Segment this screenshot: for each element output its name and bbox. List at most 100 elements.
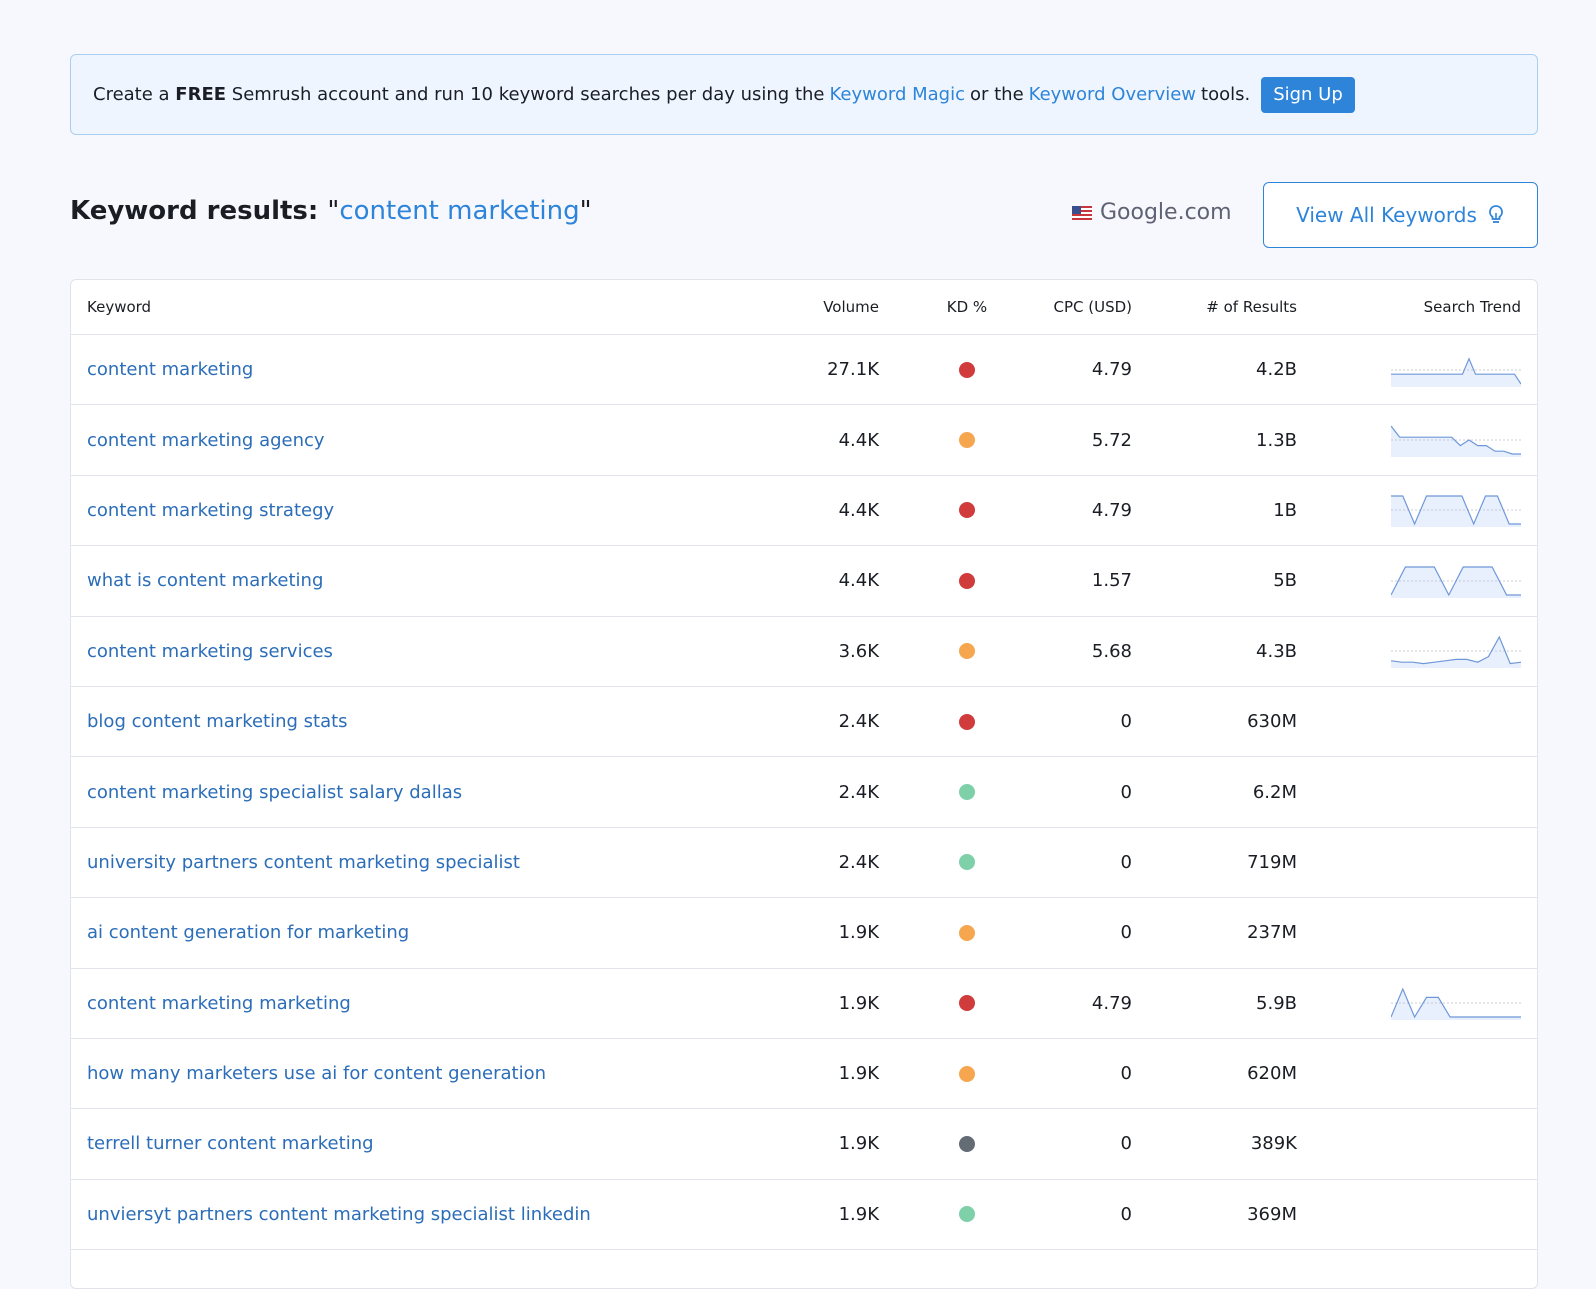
view-all-keywords-button[interactable]: View All Keywords xyxy=(1263,182,1538,248)
kd-dot xyxy=(959,1135,975,1152)
kd-cell xyxy=(937,898,997,967)
results-value: 1.3B xyxy=(1256,429,1297,451)
search-trend-sparkline xyxy=(1391,356,1521,387)
trend-cell xyxy=(1391,335,1521,404)
col-trend: Search Trend xyxy=(1423,298,1521,316)
kd-dot xyxy=(959,643,975,660)
view-all-label: View All Keywords xyxy=(1296,203,1477,227)
table-row: what is content marketing 4.4K 1.57 5B xyxy=(71,546,1537,617)
results-value: 630M xyxy=(1247,711,1297,733)
keyword-link[interactable]: ai content generation for marketing xyxy=(87,898,787,967)
volume-value: 4.4K xyxy=(838,429,879,451)
keyword-link[interactable]: terrell turner content marketing xyxy=(87,1109,787,1178)
keyword-link[interactable]: content marketing agency xyxy=(87,405,787,474)
cpc-value: 0 xyxy=(1120,922,1132,944)
cpc-value: 5.72 xyxy=(1091,429,1132,451)
keyword-link[interactable]: unviersyt partners content marketing spe… xyxy=(87,1180,787,1249)
kd-dot xyxy=(959,572,975,589)
trend-cell xyxy=(1391,617,1521,686)
database-label: Google.com xyxy=(1100,200,1232,225)
banner-text-pre: Create a xyxy=(93,84,170,105)
kd-dot xyxy=(959,713,975,730)
keyword-link[interactable]: what is content marketing xyxy=(87,546,787,615)
kd-dot xyxy=(959,1065,975,1082)
sign-up-button[interactable]: Sign Up xyxy=(1261,76,1355,113)
results-value: 369M xyxy=(1247,1203,1297,1225)
volume-value: 2.4K xyxy=(838,851,879,873)
keyword-link[interactable]: content marketing marketing xyxy=(87,969,787,1038)
trend-cell xyxy=(1391,405,1521,474)
table-row: content marketing services 3.6K 5.68 4.3B xyxy=(71,617,1537,687)
volume-value: 1.9K xyxy=(838,992,879,1014)
search-trend-sparkline xyxy=(1391,635,1521,669)
col-kd[interactable]: KD % xyxy=(937,280,997,334)
keyword-link[interactable]: blog content marketing stats xyxy=(87,687,787,756)
col-keyword[interactable]: Keyword xyxy=(87,280,787,334)
banner-text-mid: Semrush account and run 10 keyword searc… xyxy=(231,84,825,105)
trend-cell xyxy=(1391,969,1521,1038)
results-value: 719M xyxy=(1247,851,1297,873)
search-trend-sparkline xyxy=(1391,495,1521,528)
kd-cell xyxy=(937,476,997,545)
keyword-link[interactable]: how many marketers use ai for content ge… xyxy=(87,1039,787,1108)
kd-dot xyxy=(959,784,975,801)
cpc-value: 4.79 xyxy=(1091,499,1132,521)
volume-value: 1.9K xyxy=(838,922,879,944)
kd-dot xyxy=(959,854,975,871)
keyword-link[interactable]: content marketing services xyxy=(87,617,787,686)
page-title-term: content marketing xyxy=(339,196,580,226)
keyword-link[interactable]: content marketing strategy xyxy=(87,476,787,545)
table-row: content marketing agency 4.4K 5.72 1.3B xyxy=(71,405,1537,476)
col-volume[interactable]: Volume xyxy=(823,280,879,334)
volume-value: 1.9K xyxy=(838,1063,879,1085)
kd-dot xyxy=(959,502,975,519)
trend-cell xyxy=(1391,546,1521,615)
table-row: content marketing strategy 4.4K 4.79 1B xyxy=(71,476,1537,547)
table-row: content marketing specialist salary dall… xyxy=(71,757,1537,828)
volume-value: 3.6K xyxy=(838,640,879,662)
keyword-overview-link[interactable]: Keyword Overview xyxy=(1029,84,1196,105)
database-selector: Google.com xyxy=(1072,200,1232,225)
keyword-link[interactable]: university partners content marketing sp… xyxy=(87,828,787,897)
search-trend-sparkline xyxy=(1391,566,1521,598)
kd-dot xyxy=(959,432,975,449)
table-row: content marketing marketing 1.9K 4.79 5.9B xyxy=(71,969,1537,1039)
table-row: ai content generation for marketing 1.9K 0… xyxy=(71,898,1537,969)
kd-cell xyxy=(937,335,997,404)
volume-value: 2.4K xyxy=(838,781,879,803)
trend-cell xyxy=(1391,476,1521,545)
cpc-value: 0 xyxy=(1120,711,1132,733)
volume-value: 2.4K xyxy=(838,711,879,733)
kd-cell xyxy=(937,1109,997,1178)
signup-banner: Create a FREE Semrush account and run 10… xyxy=(70,54,1538,135)
kd-cell xyxy=(937,757,997,826)
cpc-value: 0 xyxy=(1120,851,1132,873)
keyword-link[interactable]: content marketing specialist salary dall… xyxy=(87,757,787,826)
results-value: 4.2B xyxy=(1256,359,1297,381)
kd-cell xyxy=(937,1180,997,1249)
banner-text-post: tools. xyxy=(1201,84,1251,105)
keyword-magic-link[interactable]: Keyword Magic xyxy=(830,84,965,105)
results-value: 237M xyxy=(1247,922,1297,944)
table-row: content marketing 27.1K 4.79 4.2B xyxy=(71,335,1537,406)
col-results[interactable]: # of Results xyxy=(1206,280,1297,334)
table-row: blog content marketing stats 2.4K 0 630M xyxy=(71,687,1537,758)
results-value: 389K xyxy=(1250,1133,1297,1155)
col-cpc[interactable]: CPC (USD) xyxy=(1053,280,1132,334)
cpc-value: 4.79 xyxy=(1091,359,1132,381)
cpc-value: 1.57 xyxy=(1091,570,1132,592)
kd-dot xyxy=(959,995,975,1012)
volume-value: 4.4K xyxy=(838,570,879,592)
us-flag-icon xyxy=(1072,205,1092,220)
search-trend-sparkline xyxy=(1391,987,1521,1021)
banner-text-or: or the xyxy=(969,84,1024,105)
results-value: 620M xyxy=(1247,1063,1297,1085)
volume-value: 1.9K xyxy=(838,1203,879,1225)
keyword-link[interactable]: content marketing xyxy=(87,335,787,404)
results-value: 5B xyxy=(1273,570,1297,592)
quote-open: " xyxy=(327,196,340,226)
table-header: Keyword Volume KD % CPC (USD) # of Resul… xyxy=(71,280,1537,335)
quote-close: " xyxy=(579,196,592,226)
page-title: Keyword results: "content marketing" xyxy=(70,196,592,226)
table-row: university partners content marketing sp… xyxy=(71,828,1537,899)
